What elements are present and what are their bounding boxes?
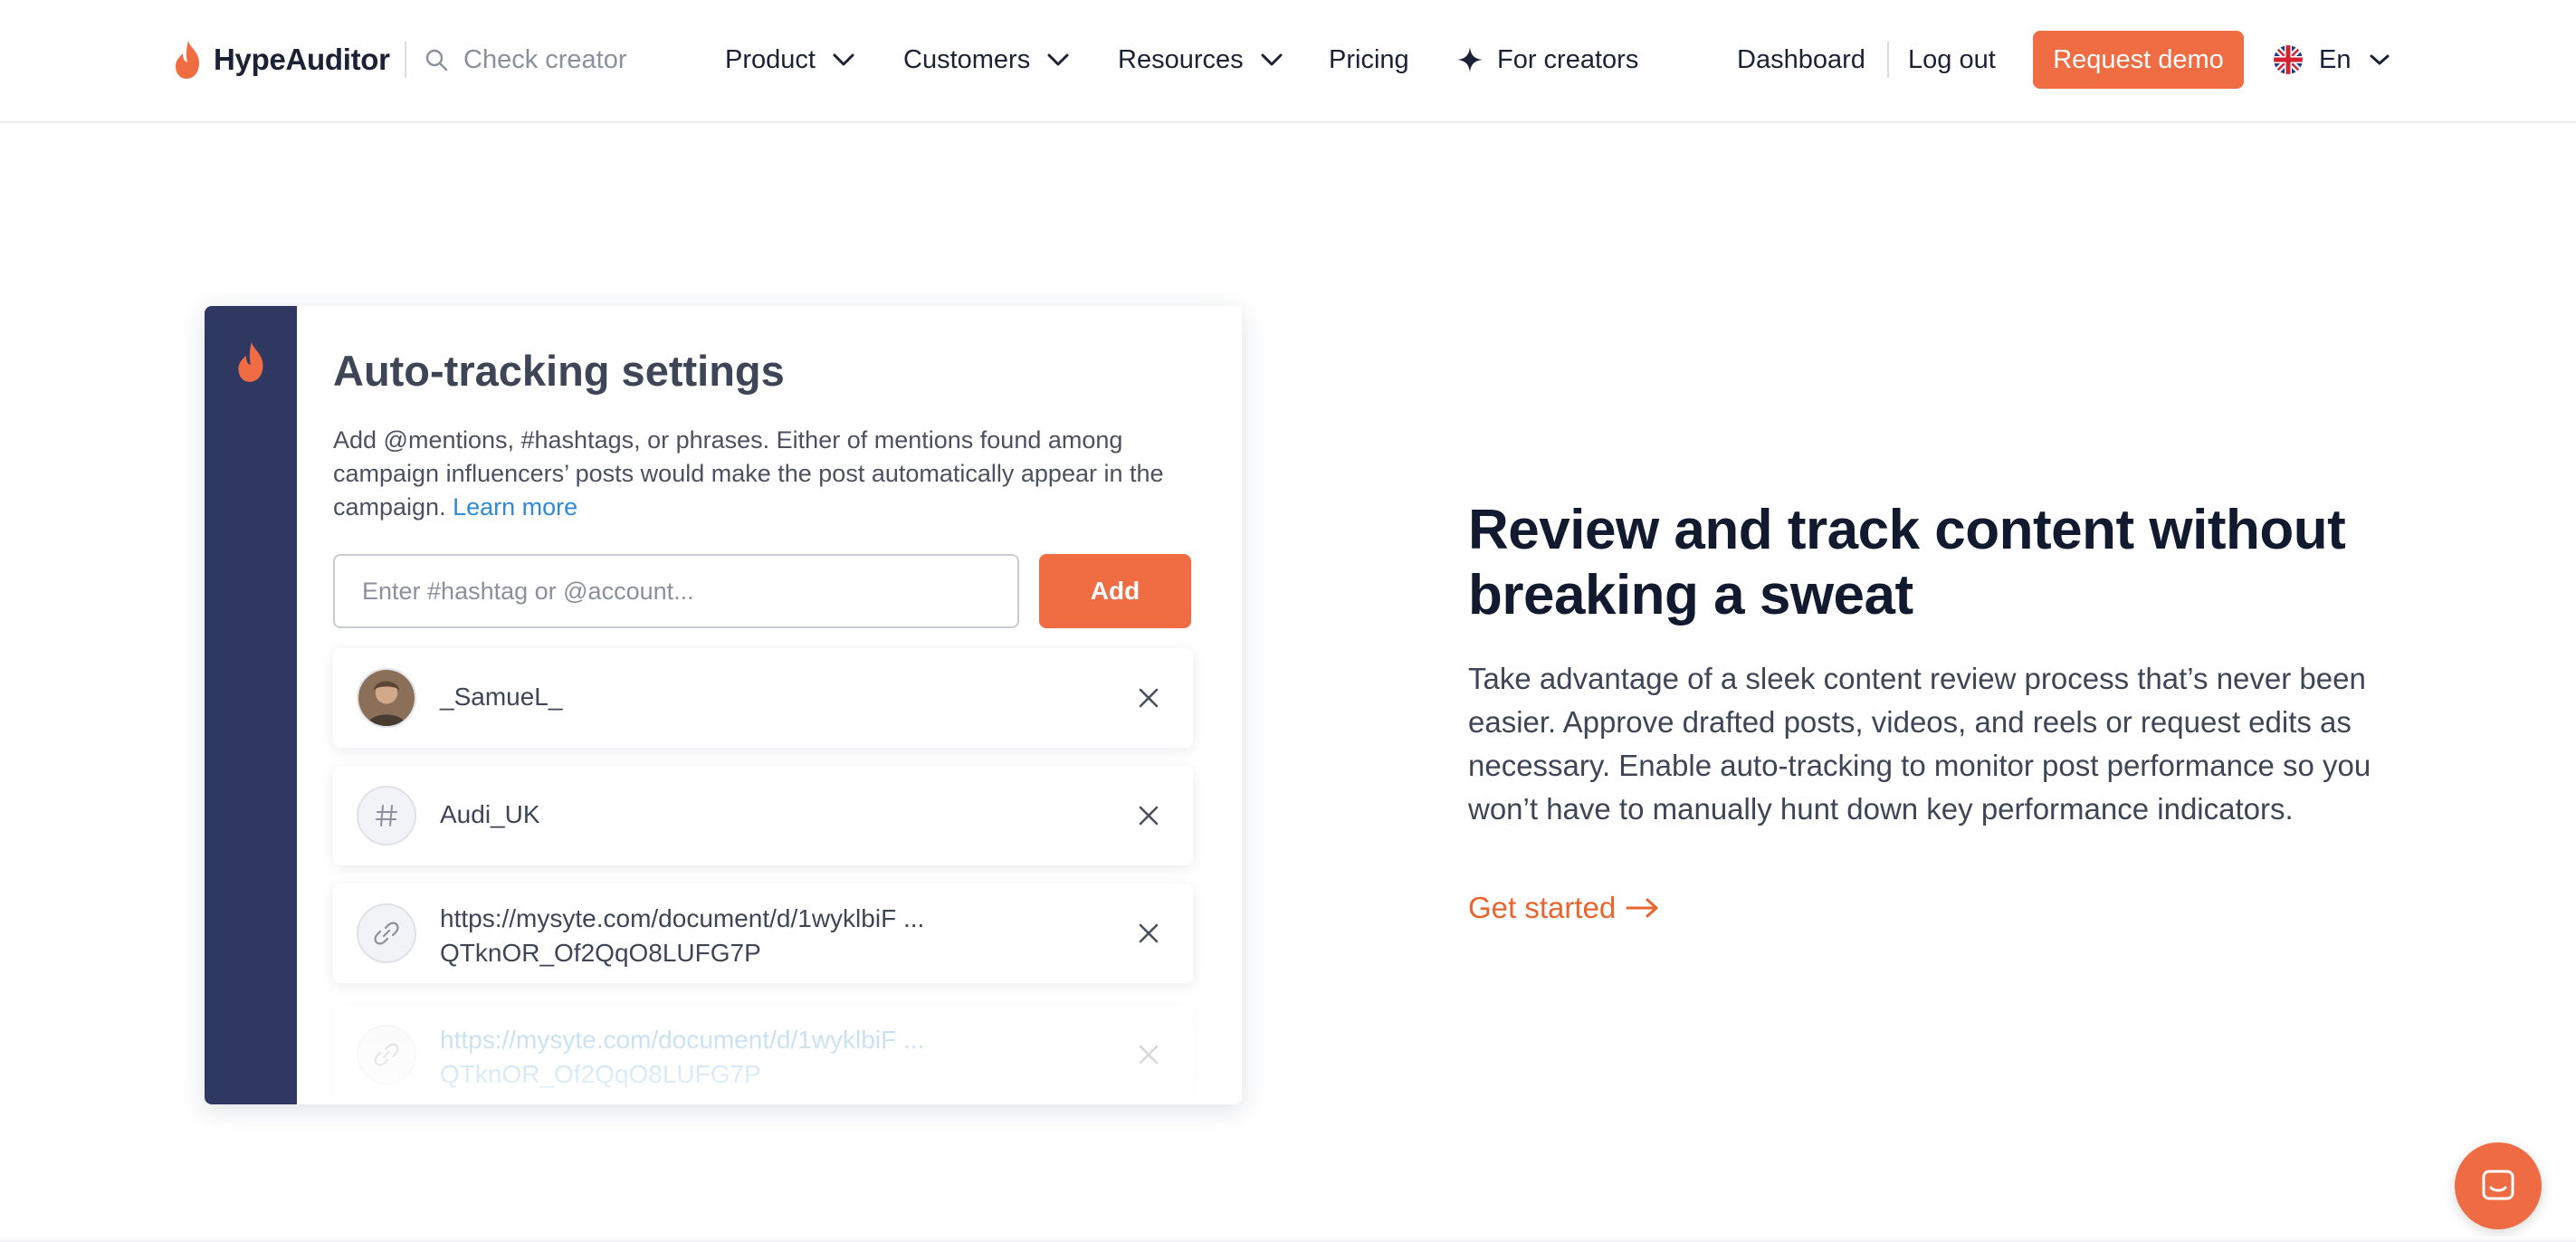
close-icon[interactable] — [1137, 686, 1160, 710]
link-glyph — [374, 922, 399, 945]
hashtag-glyph — [376, 805, 397, 826]
search-icon — [425, 49, 448, 72]
hashtag-icon — [357, 786, 416, 846]
get-started-label: Get started — [1468, 891, 1617, 924]
avatar-image — [358, 670, 415, 726]
menu-product-label: Product — [725, 44, 816, 74]
uk-flag-icon — [2274, 45, 2303, 74]
add-button[interactable]: Add — [1039, 554, 1191, 628]
close-icon[interactable] — [1137, 922, 1160, 945]
close-icon[interactable] — [1137, 1043, 1160, 1066]
menu-resources-label: Resources — [1118, 44, 1244, 74]
menu-pricing-label: Pricing — [1329, 44, 1409, 74]
tracked-item: Audi_UK — [333, 766, 1193, 865]
language-label: En — [2319, 44, 2352, 74]
chat-button[interactable] — [2455, 1142, 2542, 1229]
hashtag-input[interactable] — [333, 554, 1019, 628]
section-body: Take advantage of a sleek content review… — [1468, 662, 2371, 826]
chevron-down-icon — [1047, 53, 1069, 66]
menu-for-creators-label: For creators — [1497, 44, 1639, 74]
dashboard-label: Dashboard — [1737, 44, 1865, 74]
sparkle-icon — [1457, 47, 1483, 72]
link-icon — [357, 1025, 416, 1084]
item-link-text: https://mysyte.com/document/d/1wyklbiF .… — [440, 902, 924, 970]
language-selector[interactable]: En — [2274, 40, 2390, 80]
brand-logo[interactable]: HypeAuditor — [172, 36, 390, 83]
arrow-right-icon — [1626, 898, 1658, 918]
chevron-down-icon — [2370, 54, 2390, 65]
logout-label: Log out — [1908, 44, 1996, 74]
menu-pricing[interactable]: Pricing — [1329, 40, 1409, 80]
card-sidebar — [205, 306, 297, 1104]
item-link-text: https://mysyte.com/document/d/1wyklbiF .… — [440, 1023, 924, 1092]
flame-icon — [238, 342, 263, 382]
card-title: Auto-tracking settings — [333, 347, 785, 395]
item-label: Audi_UK — [440, 800, 540, 828]
menu-customers[interactable]: Customers — [903, 40, 1070, 80]
check-creator-search[interactable]: Check creator — [424, 40, 627, 80]
item-link-line1: https://mysyte.com/document/d/1wyklbiF .… — [440, 904, 925, 932]
menu-product[interactable]: Product — [725, 40, 855, 80]
link-glyph — [374, 1043, 399, 1066]
tracked-item: https://mysyte.com/document/d/1wyklbiF .… — [333, 1005, 1193, 1104]
menu-for-creators[interactable]: For creators — [1455, 40, 1638, 80]
flame-icon — [176, 41, 199, 79]
menu-customers-label: Customers — [903, 44, 1031, 74]
top-navigation: HypeAuditor Check creator Product Custom… — [0, 0, 2576, 123]
get-started-link[interactable]: Get started — [1468, 891, 1661, 925]
tracked-item: _SamueL_ — [333, 648, 1193, 748]
link-icon — [357, 903, 416, 963]
tracked-item: https://mysyte.com/document/d/1wyklbiF .… — [333, 884, 1193, 983]
learn-more-link[interactable]: Learn more — [453, 493, 577, 521]
close-icon[interactable] — [1137, 804, 1160, 827]
menu-resources[interactable]: Resources — [1118, 40, 1283, 80]
search-placeholder: Check creator — [463, 44, 627, 74]
chevron-down-icon — [1261, 53, 1283, 66]
request-demo-button[interactable]: Request demo — [2033, 31, 2244, 89]
item-link-line1: https://mysyte.com/document/d/1wyklbiF .… — [440, 1026, 925, 1054]
nav-divider — [405, 42, 406, 78]
card-description: Add @mentions, #hashtags, or phrases. Ei… — [333, 424, 1202, 524]
chat-icon — [2482, 1170, 2514, 1200]
section-edge — [0, 1237, 2576, 1242]
item-link-line2: QTknOR_Of2QqO8LUFG7P — [440, 1060, 761, 1088]
item-label: _SamueL_ — [440, 683, 563, 711]
logout-link[interactable]: Log out — [1908, 40, 1996, 80]
brand-name: HypeAuditor — [214, 43, 390, 76]
avatar — [357, 668, 416, 728]
item-link-line2: QTknOR_Of2QqO8LUFG7P — [440, 939, 761, 967]
dashboard-link[interactable]: Dashboard — [1737, 40, 1865, 80]
nav-divider — [1887, 42, 1889, 78]
auto-tracking-card: Auto-tracking settings Add @mentions, #h… — [205, 306, 1242, 1104]
chevron-down-icon — [833, 53, 854, 66]
section-headline: Review and track content without breakin… — [1468, 499, 2346, 626]
